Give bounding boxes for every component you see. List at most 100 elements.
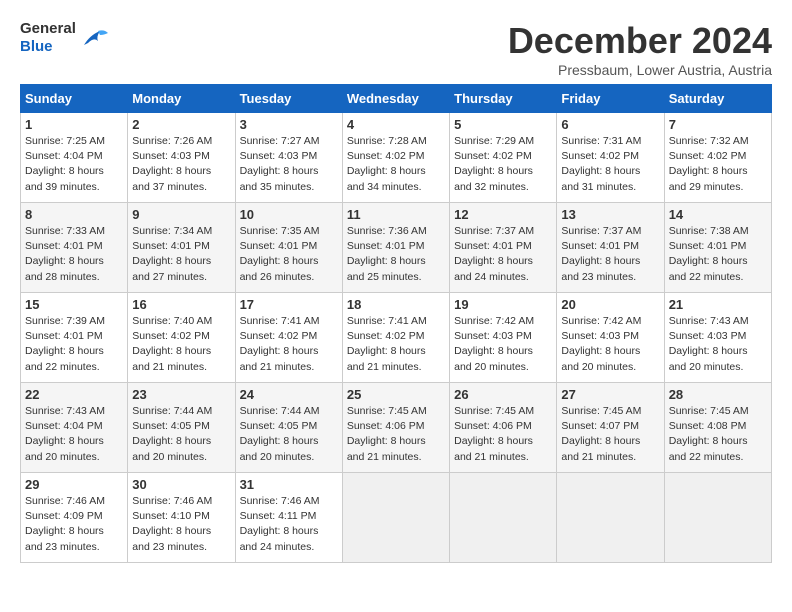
location-subtitle: Pressbaum, Lower Austria, Austria [508, 62, 772, 78]
day-number: 6 [561, 117, 659, 132]
calendar-cell: 19 Sunrise: 7:42 AMSunset: 4:03 PMDayligh… [450, 293, 557, 383]
day-info: Sunrise: 7:32 AMSunset: 4:02 PMDaylight:… [669, 134, 767, 195]
day-info: Sunrise: 7:43 AMSunset: 4:03 PMDaylight:… [669, 314, 767, 375]
day-number: 27 [561, 387, 659, 402]
day-info: Sunrise: 7:46 AMSunset: 4:11 PMDaylight:… [240, 494, 338, 555]
calendar-cell: 3Sunrise: 7:27 AMSunset: 4:03 PMDaylight… [235, 113, 342, 203]
day-info: Sunrise: 7:37 AMSunset: 4:01 PMDaylight:… [561, 224, 659, 285]
calendar-cell: 9 Sunrise: 7:34 AMSunset: 4:01 PMDaylight… [128, 203, 235, 293]
calendar-cell: 22 Sunrise: 7:43 AMSunset: 4:04 PMDayligh… [21, 383, 128, 473]
day-info: Sunrise: 7:36 AMSunset: 4:01 PMDaylight:… [347, 224, 445, 285]
calendar-cell: 1Sunrise: 7:25 AMSunset: 4:04 PMDaylight… [21, 113, 128, 203]
day-number: 13 [561, 207, 659, 222]
calendar-week-row: 22 Sunrise: 7:43 AMSunset: 4:04 PMDayligh… [21, 383, 772, 473]
day-info: Sunrise: 7:35 AMSunset: 4:01 PMDaylight:… [240, 224, 338, 285]
calendar-cell: 12 Sunrise: 7:37 AMSunset: 4:01 PMDayligh… [450, 203, 557, 293]
calendar-cell: 4 Sunrise: 7:28 AMSunset: 4:02 PMDaylight… [342, 113, 449, 203]
calendar-cell: 17 Sunrise: 7:41 AMSunset: 4:02 PMDayligh… [235, 293, 342, 383]
day-number: 14 [669, 207, 767, 222]
day-number: 17 [240, 297, 338, 312]
day-info: Sunrise: 7:31 AMSunset: 4:02 PMDaylight:… [561, 134, 659, 195]
calendar-cell [342, 473, 449, 563]
calendar-cell: 21 Sunrise: 7:43 AMSunset: 4:03 PMDayligh… [664, 293, 771, 383]
day-number: 25 [347, 387, 445, 402]
day-info: Sunrise: 7:45 AMSunset: 4:07 PMDaylight:… [561, 404, 659, 465]
calendar-cell: 28 Sunrise: 7:45 AMSunset: 4:08 PMDayligh… [664, 383, 771, 473]
day-info: Sunrise: 7:34 AMSunset: 4:01 PMDaylight:… [132, 224, 230, 285]
day-info: Sunrise: 7:27 AMSunset: 4:03 PMDaylight:… [240, 134, 338, 195]
day-info: Sunrise: 7:25 AMSunset: 4:04 PMDaylight:… [25, 134, 123, 195]
calendar-cell: 8 Sunrise: 7:33 AMSunset: 4:01 PMDaylight… [21, 203, 128, 293]
day-info: Sunrise: 7:37 AMSunset: 4:01 PMDaylight:… [454, 224, 552, 285]
calendar-cell: 15Sunrise: 7:39 AMSunset: 4:01 PMDayligh… [21, 293, 128, 383]
calendar-cell: 18 Sunrise: 7:41 AMSunset: 4:02 PMDayligh… [342, 293, 449, 383]
day-info: Sunrise: 7:45 AMSunset: 4:06 PMDaylight:… [454, 404, 552, 465]
calendar-cell: 30 Sunrise: 7:46 AMSunset: 4:10 PMDayligh… [128, 473, 235, 563]
day-number: 5 [454, 117, 552, 132]
day-info: Sunrise: 7:42 AMSunset: 4:03 PMDaylight:… [454, 314, 552, 375]
calendar-cell [450, 473, 557, 563]
day-number: 28 [669, 387, 767, 402]
day-number: 19 [454, 297, 552, 312]
calendar-cell: 31 Sunrise: 7:46 AMSunset: 4:11 PMDayligh… [235, 473, 342, 563]
day-info: Sunrise: 7:38 AMSunset: 4:01 PMDaylight:… [669, 224, 767, 285]
month-title: December 2024 [508, 20, 772, 62]
page-header: General Blue December 2024 Pressbaum, Lo… [20, 20, 772, 78]
day-number: 31 [240, 477, 338, 492]
day-number: 23 [132, 387, 230, 402]
calendar-header-row: SundayMondayTuesdayWednesdayThursdayFrid… [21, 85, 772, 113]
calendar-cell: 29 Sunrise: 7:46 AMSunset: 4:09 PMDayligh… [21, 473, 128, 563]
day-number: 11 [347, 207, 445, 222]
day-info: Sunrise: 7:29 AMSunset: 4:02 PMDaylight:… [454, 134, 552, 195]
calendar-body: 1Sunrise: 7:25 AMSunset: 4:04 PMDaylight… [21, 113, 772, 563]
calendar-header-sunday: Sunday [21, 85, 128, 113]
calendar-cell: 24Sunrise: 7:44 AMSunset: 4:05 PMDayligh… [235, 383, 342, 473]
day-info: Sunrise: 7:41 AMSunset: 4:02 PMDaylight:… [240, 314, 338, 375]
day-number: 22 [25, 387, 123, 402]
calendar-cell: 23 Sunrise: 7:44 AMSunset: 4:05 PMDayligh… [128, 383, 235, 473]
logo-bird-icon [80, 27, 108, 49]
day-number: 16 [132, 297, 230, 312]
day-number: 29 [25, 477, 123, 492]
calendar-cell: 16 Sunrise: 7:40 AMSunset: 4:02 PMDayligh… [128, 293, 235, 383]
title-block: December 2024 Pressbaum, Lower Austria, … [508, 20, 772, 78]
calendar-cell [557, 473, 664, 563]
day-number: 20 [561, 297, 659, 312]
day-number: 12 [454, 207, 552, 222]
day-number: 2 [132, 117, 230, 132]
calendar-header-monday: Monday [128, 85, 235, 113]
logo: General Blue [20, 20, 108, 56]
day-info: Sunrise: 7:33 AMSunset: 4:01 PMDaylight:… [25, 224, 123, 285]
day-info: Sunrise: 7:42 AMSunset: 4:03 PMDaylight:… [561, 314, 659, 375]
calendar-cell: 6 Sunrise: 7:31 AMSunset: 4:02 PMDaylight… [557, 113, 664, 203]
calendar-week-row: 8 Sunrise: 7:33 AMSunset: 4:01 PMDaylight… [21, 203, 772, 293]
day-info: Sunrise: 7:45 AMSunset: 4:08 PMDaylight:… [669, 404, 767, 465]
day-info: Sunrise: 7:45 AMSunset: 4:06 PMDaylight:… [347, 404, 445, 465]
day-number: 8 [25, 207, 123, 222]
day-number: 4 [347, 117, 445, 132]
calendar-cell: 7 Sunrise: 7:32 AMSunset: 4:02 PMDaylight… [664, 113, 771, 203]
calendar-table: SundayMondayTuesdayWednesdayThursdayFrid… [20, 84, 772, 563]
calendar-week-row: 1Sunrise: 7:25 AMSunset: 4:04 PMDaylight… [21, 113, 772, 203]
day-info: Sunrise: 7:41 AMSunset: 4:02 PMDaylight:… [347, 314, 445, 375]
day-info: Sunrise: 7:28 AMSunset: 4:02 PMDaylight:… [347, 134, 445, 195]
calendar-cell: 20 Sunrise: 7:42 AMSunset: 4:03 PMDayligh… [557, 293, 664, 383]
day-number: 10 [240, 207, 338, 222]
calendar-cell: 10 Sunrise: 7:35 AMSunset: 4:01 PMDayligh… [235, 203, 342, 293]
calendar-cell: 11 Sunrise: 7:36 AMSunset: 4:01 PMDayligh… [342, 203, 449, 293]
day-number: 30 [132, 477, 230, 492]
day-number: 24 [240, 387, 338, 402]
day-info: Sunrise: 7:43 AMSunset: 4:04 PMDaylight:… [25, 404, 123, 465]
day-info: Sunrise: 7:46 AMSunset: 4:10 PMDaylight:… [132, 494, 230, 555]
calendar-cell: 2Sunrise: 7:26 AMSunset: 4:03 PMDaylight… [128, 113, 235, 203]
day-number: 18 [347, 297, 445, 312]
day-info: Sunrise: 7:40 AMSunset: 4:02 PMDaylight:… [132, 314, 230, 375]
day-info: Sunrise: 7:46 AMSunset: 4:09 PMDaylight:… [25, 494, 123, 555]
day-number: 21 [669, 297, 767, 312]
day-number: 7 [669, 117, 767, 132]
day-info: Sunrise: 7:39 AMSunset: 4:01 PMDaylight:… [25, 314, 123, 375]
calendar-header-thursday: Thursday [450, 85, 557, 113]
day-info: Sunrise: 7:44 AMSunset: 4:05 PMDaylight:… [132, 404, 230, 465]
calendar-cell: 26Sunrise: 7:45 AMSunset: 4:06 PMDayligh… [450, 383, 557, 473]
day-number: 9 [132, 207, 230, 222]
